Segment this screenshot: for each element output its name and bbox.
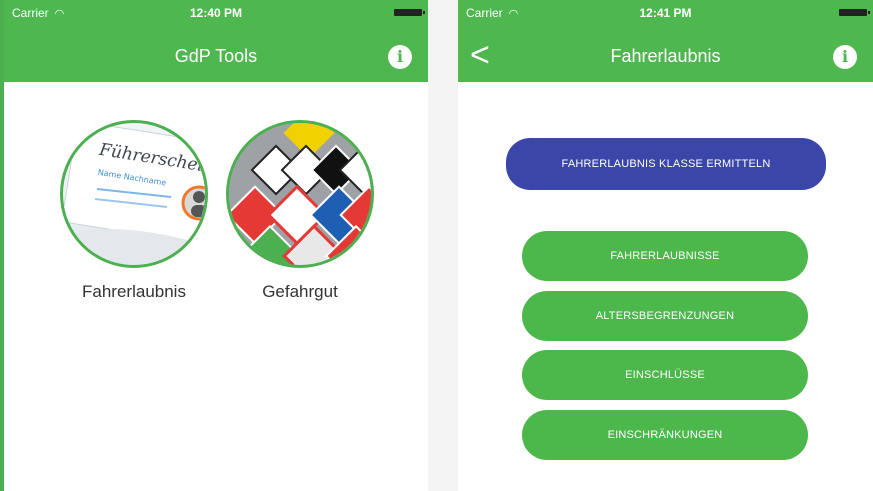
screen-divider	[428, 0, 458, 491]
licenses-button[interactable]: FAHRERLAUBNISSE	[522, 231, 808, 281]
page-title: Fahrerlaubnis	[610, 46, 721, 66]
hazard-labels-image[interactable]	[226, 120, 374, 268]
page-title: GdP Tools	[174, 46, 258, 66]
tile-fahrerlaubnis[interactable]: Führerschein Name Nachname Fahrerlaubnis	[58, 120, 210, 302]
determine-license-class-button[interactable]: FAHRERLAUBNIS KLASSE ERMITTELN	[506, 138, 826, 190]
status-bar: Carrier ◠ 12:41 PM	[458, 0, 873, 26]
battery-icon	[394, 9, 425, 16]
navigation-bar: Carrier ◠ 12:40 PM GdP Tools i	[4, 0, 428, 82]
tile-label-gefahrgut: Gefahrgut	[262, 282, 338, 301]
navigation-bar: Carrier ◠ 12:41 PM < Fahrerlaubnis i	[458, 0, 873, 82]
status-bar: Carrier ◠ 12:40 PM	[4, 0, 428, 26]
restrictions-button[interactable]: EINSCHRÄNKUNGEN	[522, 410, 808, 460]
home-screen: Carrier ◠ 12:40 PM GdP Tools i Führersche…	[0, 0, 428, 491]
info-icon[interactable]: i	[388, 45, 412, 69]
clock: 12:40 PM	[189, 6, 243, 20]
tile-label-fahrerlaubnis: Fahrerlaubnis	[82, 282, 186, 301]
clock: 12:41 PM	[639, 6, 692, 20]
license-card-image[interactable]: Führerschein Name Nachname	[60, 120, 208, 268]
tile-gefahrgut[interactable]: Gefahrgut	[224, 120, 376, 302]
info-icon[interactable]: i	[833, 45, 857, 69]
age-limits-button[interactable]: ALTERSBEGRENZUNGEN	[522, 291, 808, 341]
license-card-illustration: Führerschein Name Nachname	[63, 123, 205, 265]
fahrerlaubnis-screen: Carrier ◠ 12:41 PM < Fahrerlaubnis i FAHR…	[458, 0, 873, 491]
hazard-labels-illustration	[229, 123, 371, 265]
battery-icon	[839, 9, 870, 16]
inclusions-button[interactable]: EINSCHLÜSSE	[522, 350, 808, 400]
